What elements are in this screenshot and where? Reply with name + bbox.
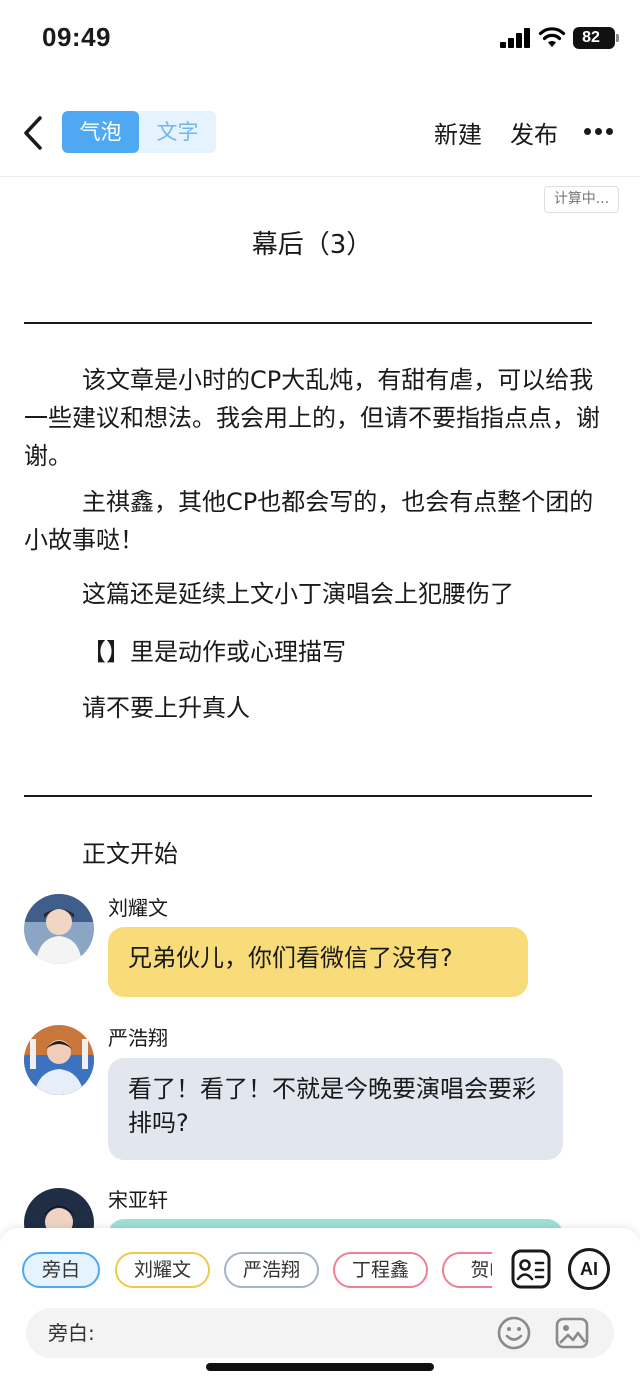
body-start-label: 正文开始: [82, 840, 178, 868]
mode-toggle: 气泡 文字: [62, 111, 216, 153]
tab-text[interactable]: 文字: [139, 111, 216, 153]
image-icon[interactable]: [554, 1315, 590, 1351]
battery-icon: 82: [573, 27, 619, 49]
word-count-badge: 计算中...: [544, 186, 619, 213]
publish-button[interactable]: 发布: [510, 115, 558, 150]
ai-label: AI: [580, 1259, 598, 1279]
divider-line: [24, 322, 592, 324]
top-nav-bar: 气泡 文字 新建 发布: [0, 100, 640, 166]
message-input-bar: 旁白:: [26, 1308, 614, 1358]
role-selector: 旁白 刘耀文 严浩翔 丁程鑫 贺峻: [20, 1250, 492, 1290]
emoji-icon[interactable]: [496, 1315, 532, 1351]
role-chip[interactable]: 丁程鑫: [333, 1252, 428, 1288]
role-chip[interactable]: 贺峻: [442, 1252, 492, 1288]
status-bar: 09:49 82: [0, 0, 640, 80]
speaker-name: 宋亚轩: [108, 1188, 168, 1212]
intro-paragraph: 该文章是小时的CP大乱炖，有甜有虐，可以给我一些建议和想法。我会用上的，但请不要…: [24, 366, 600, 470]
intro-line: 请不要上升真人: [82, 694, 250, 722]
role-chip-narrator[interactable]: 旁白: [22, 1252, 100, 1288]
contact-card-icon[interactable]: [510, 1248, 552, 1290]
intro-paragraph: 主祺鑫，其他CP也都会写的，也会有点整个团的小故事哒！: [24, 488, 594, 554]
speaker-name: 严浩翔: [108, 1026, 168, 1050]
document-title: 幕后（3）: [251, 230, 373, 260]
message-input[interactable]: [110, 1314, 490, 1352]
wifi-icon: [538, 27, 566, 47]
battery-level: 82: [582, 29, 600, 46]
message-bubble[interactable]: 看了！看了！不就是今晚要演唱会要彩排吗?: [108, 1058, 563, 1160]
divider-line: [24, 795, 592, 797]
more-horizontal-icon[interactable]: [584, 128, 614, 136]
home-indicator: [206, 1363, 434, 1371]
avatar[interactable]: [24, 1025, 94, 1095]
message-bubble[interactable]: 兄弟伙儿，你们看微信了没有?: [108, 927, 528, 997]
role-chip[interactable]: 严浩翔: [224, 1252, 319, 1288]
role-chip[interactable]: 刘耀文: [115, 1252, 210, 1288]
speaker-name: 刘耀文: [108, 896, 168, 920]
avatar[interactable]: [24, 894, 94, 964]
intro-line: 【】里是动作或心理描写: [82, 638, 346, 666]
input-role-label: 旁白:: [48, 1321, 95, 1345]
intro-line: 这篇还是延续上文小丁演唱会上犯腰伤了: [82, 580, 514, 608]
chevron-left-icon[interactable]: [20, 114, 48, 152]
tab-bubble[interactable]: 气泡: [62, 111, 139, 153]
signal-icon: [500, 28, 532, 48]
ai-icon[interactable]: AI: [568, 1248, 610, 1290]
nav-divider: [0, 176, 640, 177]
new-button[interactable]: 新建: [434, 115, 482, 150]
status-time: 09:49: [42, 22, 111, 52]
